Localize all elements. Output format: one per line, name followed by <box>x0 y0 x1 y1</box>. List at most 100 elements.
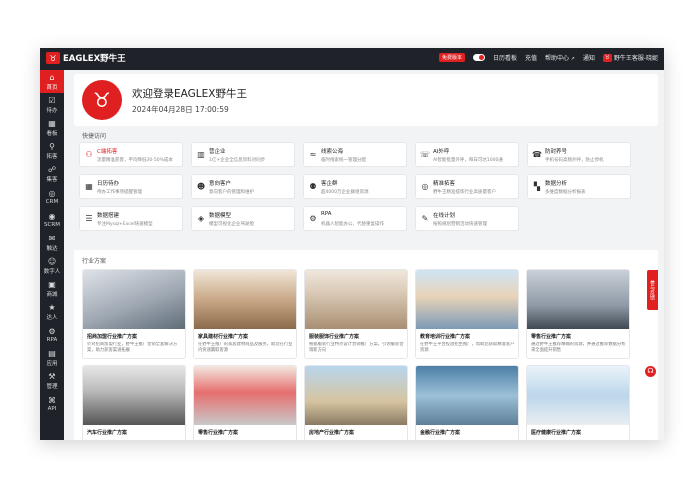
quick-access-title: C端拓客 <box>97 149 118 155</box>
feedback-tab[interactable]: 参与反馈 <box>647 270 658 310</box>
solution-image <box>416 270 518 329</box>
quick-access-card[interactable]: ▚ 数据分析 多维度数据分析报表 <box>527 174 631 199</box>
solution-card[interactable]: 家具建材行业推广方案 在野牛王推广的家居建材商品及服务，助您在行业内快速赢取客源 <box>193 269 297 359</box>
sidebar-item[interactable]: ☺ 数字人 <box>40 254 64 277</box>
sidebar-item[interactable]: ☑ 待办 <box>40 93 64 116</box>
sidebar-item[interactable]: ▣ 商城 <box>40 277 64 300</box>
solution-image <box>527 270 629 329</box>
sidebar-item-label: 应用 <box>46 360 58 367</box>
quick-access-card[interactable]: ☰ 数据搭建 专注Mysql+Excel快速模型 <box>79 206 183 231</box>
api-icon: ⌘ <box>48 395 56 405</box>
sidebar-item[interactable]: ⚲ 拓客 <box>40 139 64 162</box>
quick-access-card[interactable]: ☏ AI外呼 AI智能批量外呼，每日可达1000通 <box>415 142 519 167</box>
ai-call-icon: ☏ <box>420 150 431 159</box>
nav-notifications[interactable]: 通知 <box>583 53 595 62</box>
sidebar-item-label: CRM <box>45 198 59 205</box>
solution-card[interactable]: 教育培训行业推广方案 在野牛王平台投放招生推广，帮助您获取精准客户资源 <box>415 269 519 359</box>
sidebar-item[interactable]: ☍ 集客 <box>40 162 64 185</box>
sidebar-item[interactable]: ⌘ API <box>40 392 64 415</box>
quick-access-desc: 机器人智能办公，代替重复操作 <box>321 222 384 227</box>
quick-access-card[interactable]: ▥ 营企业 1亿+企业全信息资料对同步 <box>191 142 295 167</box>
quick-access-title: 数据模型 <box>209 213 232 219</box>
sidebar-item[interactable]: ▤ 应用 <box>40 346 64 369</box>
brand-avatar-icon: ♉ <box>82 80 122 120</box>
solution-desc: 针对招商加盟行业，野牛王推广营销全套解决方案，助力获客渠道拓展 <box>87 342 178 353</box>
welcome-card: ♉ 欢迎登录EAGLEX野牛王 2024年04月28日 17:00:59 <box>74 74 658 126</box>
sidebar-item-label: 触达 <box>46 245 58 252</box>
solution-title: 家具建材行业推广方案 <box>198 334 249 340</box>
sidebar-item-label: 拓客 <box>46 153 58 160</box>
sidebar-item-label: SCRM <box>44 221 60 228</box>
top-right-menu: 免费版本 日历看板 充值 帮助中心 通知 ♉ 野牛王客服-晓妮 <box>438 53 658 62</box>
sidebar-item[interactable]: ⚒ 管理 <box>40 369 64 392</box>
welcome-datetime: 2024年04月28日 17:00:59 <box>132 105 229 114</box>
quick-access-card[interactable]: ⚉ 客企群 超4000万企业群组资源 <box>303 174 407 199</box>
quick-access-desc: 待办工作事项提醒管理 <box>97 190 142 195</box>
solution-card[interactable]: 医疗健康行业推广方案 <box>526 365 630 440</box>
headset-help-icon[interactable]: ☊ <box>645 366 656 377</box>
board-icon: ▦ <box>48 118 56 128</box>
quick-access-desc: 流量精准获客，平均降低30-50%成本 <box>97 158 173 163</box>
solution-card[interactable]: 招商加盟行业推广方案 针对招商加盟行业，野牛王推广营销全套解决方案，助力获客渠道拓… <box>82 269 186 359</box>
solution-title: 医疗健康行业推广方案 <box>531 430 582 436</box>
solution-image <box>83 366 185 425</box>
users-icon: ⚇ <box>85 150 93 159</box>
solution-title: 金融行业推广方案 <box>420 430 461 436</box>
main-content: ♉ 欢迎登录EAGLEX野牛王 2024年04月28日 17:00:59 快捷访… <box>64 70 664 440</box>
version-badge: 免费版本 <box>438 53 465 62</box>
quick-access-card[interactable]: ⚙ RPA 机器人智能办公，代替重复操作 <box>303 206 407 231</box>
solution-title: 服装服饰行业推广方案 <box>309 334 360 340</box>
version-toggle[interactable] <box>472 54 485 61</box>
solution-title: 房地产行业推广方案 <box>309 430 355 436</box>
quick-access-title: 线索公海 <box>321 149 344 155</box>
sidebar-item[interactable]: ⌂ 首页 <box>40 70 64 93</box>
solution-title: 零售行业推广方案 <box>198 430 239 436</box>
quick-access-card[interactable]: ✎ 在线计划 按照规划营销活动快速管理 <box>415 206 519 231</box>
group-icon: ⚉ <box>309 182 317 191</box>
chart-icon: ▚ <box>533 182 541 191</box>
solution-card[interactable]: 零售行业推广方案 通过野牛王推荐精确的资源，并通过推荐数据分析来全面提升销售 <box>526 269 630 359</box>
mall-icon: ▣ <box>48 279 56 289</box>
quick-access-card[interactable]: ▦ 日历待办 待办工作事项提醒管理 <box>79 174 183 199</box>
solutions-panel: 行业方案 招商加盟行业推广方案 针对招商加盟行业，野牛王推广营销全套解决方案，助力… <box>74 250 658 440</box>
user-menu[interactable]: ♉ 野牛王客服-晓妮 <box>602 53 658 62</box>
nav-calendar-board[interactable]: 日历看板 <box>493 53 517 62</box>
quick-access-card[interactable]: ⚇ C端拓客流量精准获客，平均降低30-50%成本 <box>79 142 183 167</box>
quick-access-card[interactable]: ◎ 精准拓客 野牛王精准提炼行业高质量客户 <box>415 174 519 199</box>
influencer-icon: ★ <box>48 302 56 312</box>
solution-card[interactable]: 汽车行业推广方案 <box>82 365 186 440</box>
sidebar-item[interactable]: ◉ SCRM <box>40 208 64 231</box>
solution-card[interactable]: 房地产行业推广方案 <box>304 365 408 440</box>
sidebar-item[interactable]: ★ 达人 <box>40 300 64 323</box>
quick-access-title: 数据分析 <box>545 181 568 187</box>
quick-access-card[interactable]: ☎ 防封养号 手机号码高频外呼，防止停机 <box>527 142 631 167</box>
quick-access-title: AI外呼 <box>433 149 450 155</box>
sidebar-item[interactable]: ◎ CRM <box>40 185 64 208</box>
sidebar-item-label: 数字人 <box>43 268 61 275</box>
quick-access-desc: AI智能批量外呼，每日可达1000通 <box>433 158 503 163</box>
solution-image <box>83 270 185 329</box>
home-icon: ⌂ <box>49 72 55 82</box>
sidebar-item[interactable]: ▦ 看板 <box>40 116 64 139</box>
nav-help-center[interactable]: 帮助中心 <box>545 53 575 62</box>
solutions-grid: 招商加盟行业推广方案 针对招商加盟行业，野牛王推广营销全套解决方案，助力获客渠道拓… <box>82 269 630 440</box>
sidebar-item[interactable]: ⚙ RPA <box>40 323 64 346</box>
sidebar-item-label: API <box>47 405 57 412</box>
robot-icon: ⚙ <box>309 214 317 223</box>
quick-access-title: 防封养号 <box>545 149 568 155</box>
phone-icon: ☎ <box>532 150 542 159</box>
solution-desc: 通过野牛王推荐精确的资源，并通过推荐数据分析来全面提升销售 <box>531 342 626 353</box>
quick-access-card[interactable]: ◈ 数据模型 模型可视化企业驾驶舱 <box>191 206 295 231</box>
sidebar: ⌂ 首页 ☑ 待办 ▦ 看板 ⚲ 拓客 ☍ 集客 ◎ CRM ◉ SCRM ✉ 触达 ☺ 数字人 ▣ 商城 ★ 达人 ⚙ RP… <box>40 70 64 440</box>
solution-card[interactable]: 金融行业推广方案 <box>415 365 519 440</box>
solution-card[interactable]: 零售行业推广方案 <box>193 365 297 440</box>
quick-access-card[interactable]: ☻ 意向客户 意向客户的管理和维护 <box>191 174 295 199</box>
quick-access-desc: 专注Mysql+Excel快速模型 <box>97 222 153 227</box>
quick-access-card[interactable]: ≈ 线索公海 临时线索统一管理分配 <box>303 142 407 167</box>
target-icon: ◎ <box>421 182 429 191</box>
solution-image <box>194 270 296 329</box>
solution-card[interactable]: 服装服饰行业推广方案 根据服装行业特点设计营销推广方案，引领服装营销新方向 <box>304 269 408 359</box>
sidebar-item[interactable]: ✉ 触达 <box>40 231 64 254</box>
brand[interactable]: ♉ EAGLEX野牛王 <box>46 52 126 64</box>
nav-recharge[interactable]: 充值 <box>525 53 537 62</box>
